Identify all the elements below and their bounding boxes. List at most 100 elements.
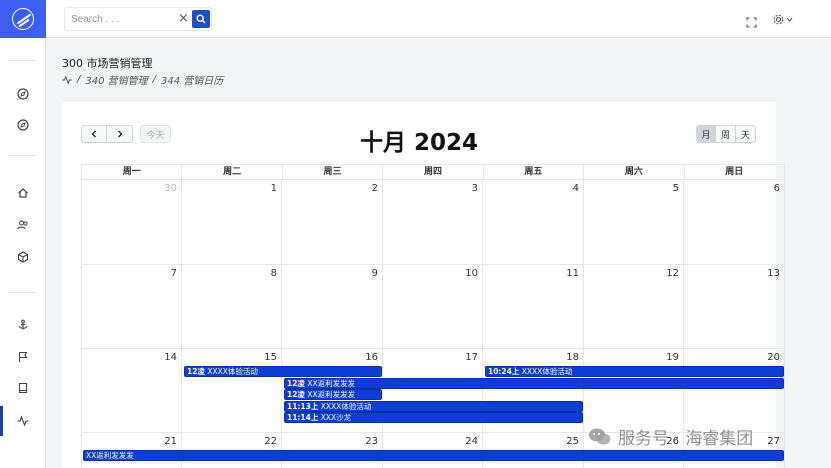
box-icon[interactable]	[14, 248, 32, 266]
watermark: 服务号 · 海睿集团	[588, 424, 753, 449]
breadcrumb-separator: /	[77, 74, 81, 85]
settings-menu[interactable]	[773, 12, 795, 26]
event-title: XX返利发发发	[307, 390, 356, 399]
sidebar-active-indicator	[0, 406, 3, 436]
fullscreen-icon[interactable]	[746, 13, 757, 28]
search-button[interactable]	[192, 10, 210, 28]
event-title: XX返利发发发	[86, 451, 134, 460]
weekday-label: 周三	[283, 165, 384, 179]
search-input[interactable]	[71, 11, 171, 27]
page-title: 300 市场营销管理	[62, 57, 153, 70]
day-number[interactable]: 17	[465, 352, 478, 363]
day-cell[interactable]: 14	[81, 349, 182, 433]
anchor-icon[interactable]	[14, 316, 32, 334]
day-number[interactable]: 8	[271, 268, 277, 279]
day-cell[interactable]: 11	[483, 265, 584, 349]
view-switcher: 月 周 天	[696, 125, 756, 143]
day-number[interactable]: 12	[666, 268, 679, 279]
sidebar	[0, 0, 46, 468]
calendar-event[interactable]: 12凌 XX返利发发发	[284, 377, 784, 389]
day-cell[interactable]: 19	[584, 349, 684, 433]
wechat-icon	[588, 427, 612, 447]
calendar-event[interactable]: 11:13上 XXXX体验活动	[284, 400, 583, 412]
day-number[interactable]: 14	[164, 352, 177, 363]
day-number[interactable]: 20	[767, 352, 780, 363]
day-cell[interactable]: 5	[584, 180, 684, 265]
calendar-card: 今天 十月 2024 月 周 天 周一 周二 周三 周四 周五 周六 周日 30…	[62, 102, 785, 468]
app-logo[interactable]	[0, 0, 46, 38]
calendar-event[interactable]: 11:14上 XXX沙龙	[284, 412, 583, 423]
calendar-event[interactable]: 12凌 XXXX体验活动	[184, 366, 382, 377]
weekday-label: 周六	[584, 165, 685, 179]
day-cell[interactable]: 1	[182, 180, 282, 265]
view-day-button[interactable]: 天	[736, 125, 756, 143]
day-number[interactable]: 22	[264, 436, 277, 447]
day-cell[interactable]: 15	[182, 349, 282, 433]
day-number[interactable]: 6	[774, 183, 780, 194]
day-number[interactable]: 27	[767, 436, 780, 447]
view-week-button[interactable]: 周	[716, 125, 736, 143]
day-number[interactable]: 15	[264, 352, 277, 363]
sidebar-divider	[8, 155, 38, 156]
event-time: 10:24上	[488, 367, 520, 376]
day-number[interactable]: 9	[372, 268, 378, 279]
day-number[interactable]: 13	[767, 268, 780, 279]
event-title: XXX沙龙	[320, 413, 352, 422]
day-number[interactable]: 30	[164, 183, 177, 194]
day-number[interactable]: 21	[164, 436, 177, 447]
day-number[interactable]: 10	[465, 268, 478, 279]
day-cell[interactable]: 12	[584, 265, 684, 349]
chevron-down-icon	[786, 17, 793, 22]
sidebar-divider	[8, 292, 38, 293]
calendar-event[interactable]: 12凌 XX返利发发发	[284, 389, 382, 400]
day-number[interactable]: 19	[666, 352, 679, 363]
day-number[interactable]: 5	[673, 183, 679, 194]
calendar-title: 十月 2024	[359, 130, 479, 156]
event-time: 12凌	[287, 390, 305, 399]
day-cell[interactable]: 7	[81, 265, 182, 349]
day-cell[interactable]: 3	[383, 180, 483, 265]
day-number[interactable]: 25	[566, 436, 579, 447]
day-number[interactable]: 3	[472, 183, 478, 194]
day-number[interactable]: 2	[372, 183, 378, 194]
clear-icon[interactable]: ×	[178, 11, 189, 27]
weekday-label: 周二	[182, 165, 283, 179]
breadcrumb-item[interactable]: 344 营销日历	[161, 72, 223, 87]
calendar-event[interactable]: XX返利发发发	[83, 450, 784, 461]
day-number[interactable]: 18	[566, 352, 579, 363]
sidebar-divider	[8, 60, 38, 61]
compass-icon-2[interactable]	[14, 116, 32, 134]
day-cell[interactable]: 4	[483, 180, 584, 265]
activity-icon[interactable]	[14, 412, 32, 430]
day-cell[interactable]: 13	[684, 265, 785, 349]
day-number[interactable]: 24	[465, 436, 478, 447]
day-cell[interactable]: 20	[684, 349, 785, 433]
users-icon[interactable]	[14, 216, 32, 234]
calendar-grid: 周一 周二 周三 周四 周五 周六 周日 30 1 2 3 4 5 6 7 8 9 10 11 12 13…	[81, 164, 785, 468]
event-time: 11:13上	[287, 401, 319, 411]
view-month-button[interactable]: 月	[696, 125, 716, 143]
breadcrumb-item[interactable]: 340 营销管理	[85, 72, 147, 87]
event-title: XXXX体验活动	[521, 367, 573, 376]
day-number[interactable]: 16	[365, 352, 378, 363]
home-icon[interactable]	[14, 184, 32, 202]
book-icon[interactable]	[14, 379, 32, 397]
breadcrumb-separator: /	[152, 74, 157, 85]
day-number[interactable]: 4	[573, 183, 579, 194]
flag-icon[interactable]	[14, 348, 32, 366]
day-cell[interactable]: 9	[282, 265, 383, 349]
calendar-event[interactable]: 10:24上 XXXX体验活动	[485, 366, 784, 377]
watermark-text: 服务号 · 海睿集团	[618, 429, 754, 449]
day-number[interactable]: 23	[365, 436, 378, 447]
day-cell[interactable]: 8	[182, 265, 282, 349]
day-cell[interactable]: 10	[383, 265, 483, 349]
day-cell[interactable]: 2	[282, 180, 383, 265]
day-number[interactable]: 11	[566, 268, 579, 279]
day-cell[interactable]: 6	[684, 180, 785, 265]
day-cell[interactable]: 30	[81, 180, 182, 265]
event-time: 11:14上	[287, 413, 319, 422]
weekday-label: 周日	[725, 167, 744, 177]
day-number[interactable]: 7	[171, 268, 177, 279]
compass-icon[interactable]	[14, 85, 32, 103]
day-number[interactable]: 1	[271, 183, 277, 194]
